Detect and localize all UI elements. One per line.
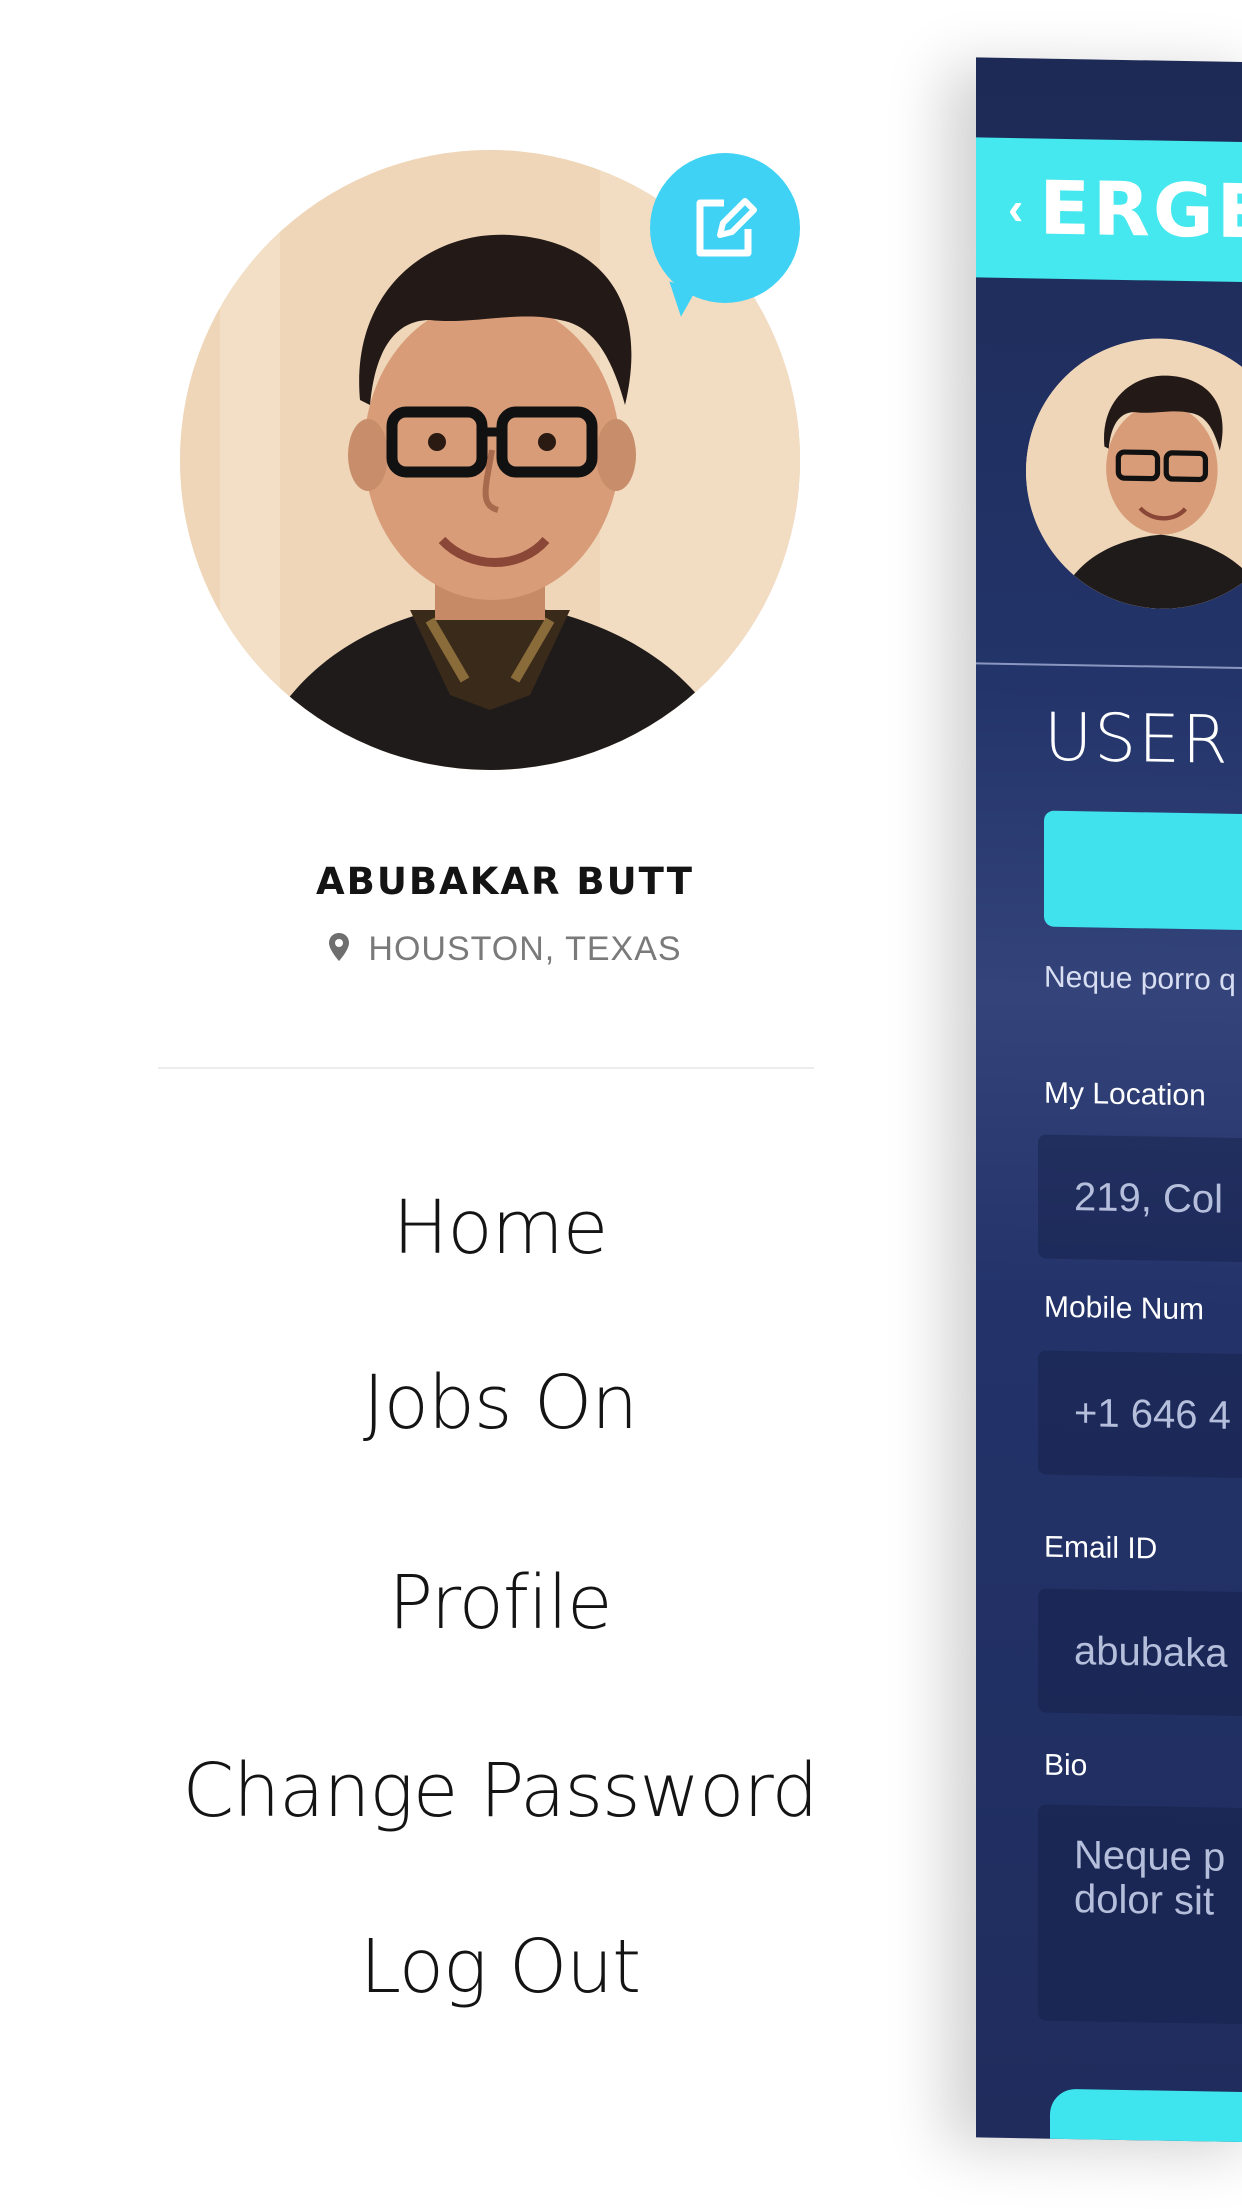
email-field[interactable]: abubaka [1038,1588,1242,1718]
menu-item-profile[interactable]: Profile [0,1560,1000,1646]
profile-avatar-wrapper [180,150,800,770]
user-location-text: HOUSTON, TEXAS [368,930,682,968]
preview-avatar [1026,336,1242,611]
menu-item-log-out[interactable]: Log Out [0,1924,1000,2010]
edit-icon [696,198,757,257]
location-field[interactable]: 219, Col [1038,1134,1242,1264]
bio-field[interactable]: Neque p dolor sit [1038,1804,1242,2026]
user-name: ABUBAKAR BUTT [316,860,694,903]
bio-label: Bio [1044,1748,1088,1783]
side-drawer: ABUBAKAR BUTT HOUSTON, TEXAS Home Jobs O… [0,0,960,2209]
location-label: My Location [1044,1076,1206,1113]
menu-item-jobs-on[interactable]: Jobs On [0,1360,1000,1446]
mobile-label: Mobile Num [1044,1290,1205,1327]
divider [158,1067,814,1069]
mobile-field[interactable]: +1 646 4 [1038,1350,1242,1480]
preview-header-bar: ‹ ERGE [976,137,1242,283]
preview-primary-button[interactable]: E [1044,810,1242,932]
profile-screen-preview: ‹ ERGE USER E Neque porro q My Location … [976,57,1242,2143]
preview-description: Neque porro q [1044,960,1236,997]
edit-profile-button[interactable] [650,153,800,303]
preview-save-button[interactable] [1050,2088,1242,2143]
menu-item-change-password[interactable]: Change Password [0,1748,1000,1834]
preview-title: ERGE [1039,165,1242,256]
bio-line-2: dolor sit [1074,1877,1215,1924]
chevron-left-icon[interactable]: ‹ [1008,181,1023,235]
bio-line-1: Neque p [1074,1833,1226,1880]
preview-section-title: USER [1044,698,1230,779]
menu-item-home[interactable]: Home [0,1185,1000,1271]
preview-photo [1026,336,1242,611]
location-pin-icon [329,933,350,962]
user-location: HOUSTON, TEXAS [0,930,1010,969]
preview-divider [976,662,1242,670]
email-label: Email ID [1044,1530,1158,1566]
